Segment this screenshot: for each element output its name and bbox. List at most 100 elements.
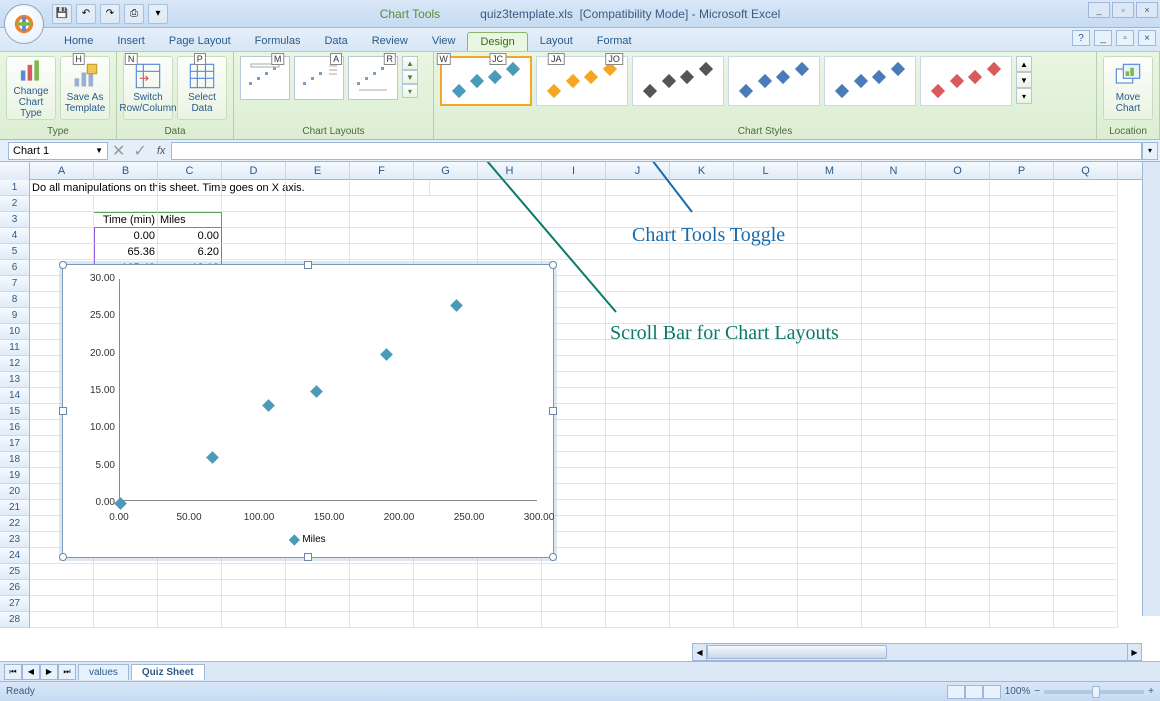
cell[interactable]: [414, 612, 478, 628]
cell[interactable]: [670, 196, 734, 212]
cell[interactable]: [862, 468, 926, 484]
cell[interactable]: [926, 420, 990, 436]
cell[interactable]: [798, 212, 862, 228]
chart-layouts-scroll-down-icon[interactable]: ▼: [402, 70, 418, 84]
restore-button[interactable]: ▫: [1112, 2, 1134, 18]
cell[interactable]: [158, 612, 222, 628]
cell[interactable]: [926, 500, 990, 516]
cell[interactable]: [350, 564, 414, 580]
view-normal-icon[interactable]: [947, 685, 965, 699]
chart-data-point[interactable]: [380, 348, 393, 361]
cell[interactable]: [670, 356, 734, 372]
cell[interactable]: [990, 276, 1054, 292]
cell[interactable]: [926, 564, 990, 580]
cell[interactable]: [798, 548, 862, 564]
cell[interactable]: [798, 564, 862, 580]
column-header[interactable]: K: [670, 162, 734, 180]
cell[interactable]: [1054, 612, 1118, 628]
cell[interactable]: [670, 260, 734, 276]
cell[interactable]: [862, 596, 926, 612]
row-header[interactable]: 16: [0, 420, 30, 436]
cell[interactable]: [734, 516, 798, 532]
row-header[interactable]: 1: [0, 180, 30, 196]
cell[interactable]: [606, 484, 670, 500]
cell[interactable]: [990, 212, 1054, 228]
cell[interactable]: [606, 452, 670, 468]
chart-legend[interactable]: Miles: [290, 534, 325, 545]
cell[interactable]: [1054, 468, 1118, 484]
chart-data-point[interactable]: [206, 451, 219, 464]
tab-nav-next-icon[interactable]: ▶: [40, 664, 58, 680]
cell[interactable]: [926, 196, 990, 212]
cell[interactable]: [734, 500, 798, 516]
cell[interactable]: [734, 452, 798, 468]
cell[interactable]: [990, 388, 1054, 404]
save-as-template-button[interactable]: Save As Template: [60, 56, 110, 120]
cell[interactable]: [990, 500, 1054, 516]
cell[interactable]: [1054, 404, 1118, 420]
cell[interactable]: [286, 580, 350, 596]
cell[interactable]: [542, 196, 606, 212]
cell[interactable]: [990, 404, 1054, 420]
cell[interactable]: [30, 580, 94, 596]
cell[interactable]: [158, 580, 222, 596]
cell[interactable]: [414, 228, 478, 244]
doc-minimize-button[interactable]: _: [1094, 30, 1112, 46]
qat-undo-icon[interactable]: ↶: [76, 4, 96, 24]
cell[interactable]: [862, 436, 926, 452]
cell[interactable]: [798, 436, 862, 452]
cell[interactable]: [862, 532, 926, 548]
cell[interactable]: [862, 356, 926, 372]
cell[interactable]: [94, 180, 158, 196]
cell[interactable]: [1054, 388, 1118, 404]
cell[interactable]: [1054, 196, 1118, 212]
tab-home[interactable]: HomeH: [52, 32, 105, 51]
column-header[interactable]: M: [798, 162, 862, 180]
cell[interactable]: [798, 580, 862, 596]
cell[interactable]: 6.20: [158, 244, 222, 260]
cell[interactable]: [478, 228, 542, 244]
vertical-scrollbar[interactable]: [1142, 162, 1160, 616]
cell[interactable]: [606, 596, 670, 612]
cell[interactable]: [606, 436, 670, 452]
cell[interactable]: [30, 228, 94, 244]
cell[interactable]: [606, 468, 670, 484]
cell[interactable]: [670, 500, 734, 516]
cell[interactable]: [1054, 452, 1118, 468]
cell[interactable]: [990, 532, 1054, 548]
tab-nav-prev-icon[interactable]: ◀: [22, 664, 40, 680]
cell[interactable]: [798, 612, 862, 628]
column-header[interactable]: E: [286, 162, 350, 180]
cell[interactable]: [798, 228, 862, 244]
cell[interactable]: [926, 596, 990, 612]
column-header[interactable]: O: [926, 162, 990, 180]
cell[interactable]: [542, 596, 606, 612]
tab-nav-last-icon[interactable]: ⏭: [58, 664, 76, 680]
cell[interactable]: [862, 276, 926, 292]
tab-formulas[interactable]: FormulasM: [243, 32, 313, 51]
row-header[interactable]: 2: [0, 196, 30, 212]
cell[interactable]: [670, 420, 734, 436]
cell[interactable]: [798, 276, 862, 292]
cell[interactable]: [222, 244, 286, 260]
cell[interactable]: [734, 420, 798, 436]
cell[interactable]: [926, 468, 990, 484]
cell[interactable]: [350, 180, 414, 196]
cell[interactable]: [350, 580, 414, 596]
cell[interactable]: [414, 212, 478, 228]
tab-data[interactable]: DataA: [312, 32, 359, 51]
cell[interactable]: [606, 196, 670, 212]
cell[interactable]: [862, 372, 926, 388]
cell[interactable]: [606, 356, 670, 372]
cell[interactable]: [350, 212, 414, 228]
tab-insert[interactable]: InsertN: [105, 32, 157, 51]
row-header[interactable]: 21: [0, 500, 30, 516]
row-header[interactable]: 9: [0, 308, 30, 324]
cell[interactable]: [862, 340, 926, 356]
cell[interactable]: [286, 196, 350, 212]
row-header[interactable]: 5: [0, 244, 30, 260]
tab-design[interactable]: DesignJC: [467, 32, 527, 51]
cell[interactable]: [734, 532, 798, 548]
chart-data-point[interactable]: [114, 497, 127, 510]
row-header[interactable]: 25: [0, 564, 30, 580]
